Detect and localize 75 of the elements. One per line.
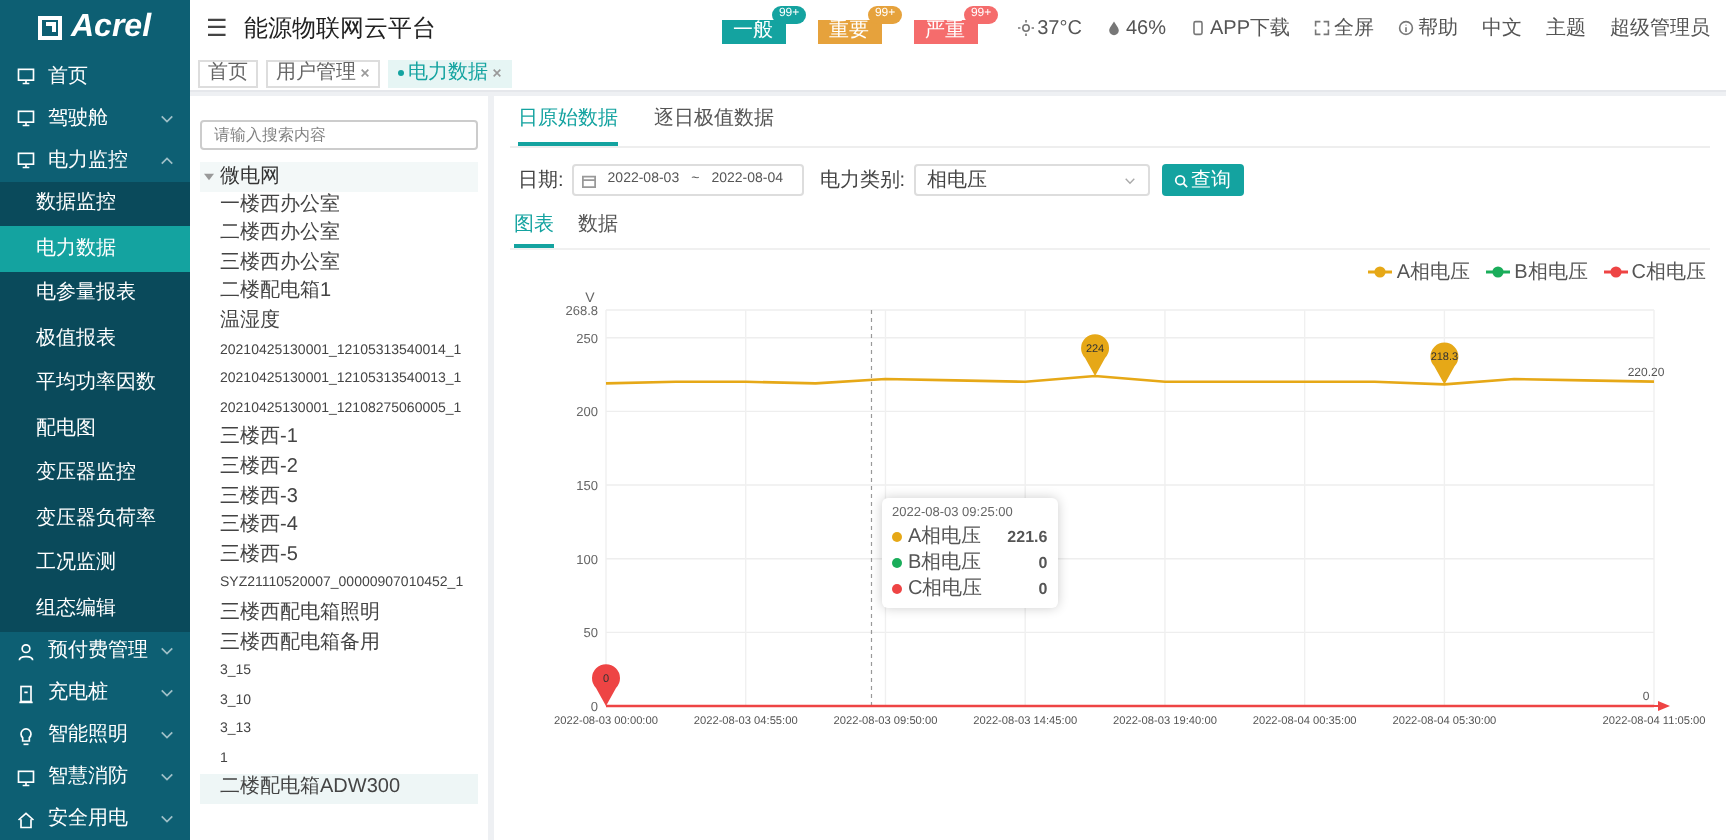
submenu-item[interactable]: 平均功率因数 <box>0 361 190 407</box>
field-label: 电力类别: <box>819 167 906 195</box>
calendar-icon <box>581 173 596 187</box>
sidebar-item[interactable]: 预付费管理 <box>0 631 190 673</box>
menu-icon[interactable]: ☰ <box>206 10 228 46</box>
header-link[interactable]: 中文 <box>1482 13 1522 43</box>
submenu-item[interactable]: 变压器监控 <box>0 451 190 497</box>
tree-node[interactable]: 二楼西办公室 <box>200 220 478 250</box>
sidebar-item[interactable]: 驾驶舱 <box>0 97 190 140</box>
breadcrumb-tab[interactable]: 用户管理 <box>266 59 380 87</box>
sidebar-item[interactable]: 智慧消防 <box>0 756 190 799</box>
sidebar-item[interactable]: 电力监控 <box>0 139 190 182</box>
series-name: A相电压 <box>908 523 982 551</box>
breadcrumb-tab[interactable]: 首页 <box>198 59 258 87</box>
house-icon <box>16 809 36 830</box>
logo-icon <box>38 15 63 40</box>
submenu-item[interactable]: 配电图 <box>0 406 190 452</box>
series-value: 0 <box>1038 551 1048 576</box>
tree-node[interactable]: 三楼西-5 <box>200 541 478 571</box>
series-value: 221.6 <box>1007 525 1048 550</box>
submenu-item[interactable]: 电参量报表 <box>0 271 190 317</box>
header-item[interactable]: 37°C <box>1037 13 1082 43</box>
legend-label: A相电压 <box>1396 259 1471 287</box>
series-name: B相电压 <box>908 549 984 577</box>
tree-node[interactable]: 温湿度 <box>200 307 478 338</box>
header-item[interactable]: APP下载 <box>1209 13 1290 43</box>
series-value: 0 <box>1038 577 1048 602</box>
tree-node[interactable]: 三楼西配电箱照明 <box>200 599 478 629</box>
header-link[interactable]: 主题 <box>1546 13 1586 43</box>
type-select[interactable]: 相电压 <box>913 164 1150 196</box>
tree-node[interactable]: 三楼西-1 <box>200 424 478 454</box>
bulb-icon <box>16 725 36 746</box>
submenu-item[interactable]: 极值报表 <box>0 316 190 362</box>
sidebar-item[interactable]: 安全用电 <box>0 798 190 840</box>
monitor-icon <box>16 767 36 788</box>
series-name: C相电压 <box>908 575 985 605</box>
field-label: 日期: <box>518 167 564 195</box>
tab[interactable]: 逐日极值数据 <box>654 104 774 146</box>
tree-node[interactable]: 三楼西-3 <box>200 483 478 513</box>
submenu-item[interactable]: 组态编辑 <box>0 586 190 632</box>
help-icon <box>1398 20 1414 36</box>
sidebar-item[interactable]: 充电桩 <box>0 672 190 715</box>
page-title: 能源物联网云平台 <box>244 12 436 46</box>
legend-label: C相电压 <box>1631 259 1706 287</box>
person-icon <box>16 641 36 662</box>
tree-node[interactable]: 三楼西-4 <box>200 512 478 542</box>
logo-text: Acrel <box>70 7 152 48</box>
tree-node[interactable]: 二楼配电箱1 <box>200 278 478 308</box>
header-item[interactable]: 46% <box>1125 13 1166 43</box>
axis-arrow-icon <box>1658 701 1670 711</box>
tree-node[interactable]: 三楼西办公室 <box>200 249 478 279</box>
phone-icon <box>1189 20 1206 36</box>
monitor-icon <box>16 150 36 171</box>
legend-label: B相电压 <box>1514 259 1588 287</box>
submenu-item[interactable]: 数据监控 <box>0 181 190 227</box>
search-icon <box>1173 173 1188 187</box>
tab[interactable]: 数据 <box>578 210 618 248</box>
tree-node[interactable]: 二楼配电箱ADW300 <box>200 774 478 805</box>
sun-icon <box>1017 20 1034 36</box>
tree-node[interactable]: 三楼西-2 <box>200 453 478 484</box>
chevron-icon <box>1123 175 1136 185</box>
monitor-icon <box>16 108 36 129</box>
submenu-item[interactable]: 工况监测 <box>0 541 190 587</box>
header-link[interactable]: 超级管理员 <box>1610 13 1710 43</box>
expand-icon <box>1314 20 1330 36</box>
sidebar-item[interactable]: 智能照明 <box>0 714 190 757</box>
tree-node[interactable]: 三楼西配电箱备用 <box>200 629 478 659</box>
drop-icon <box>1105 20 1122 36</box>
submenu-item[interactable]: 变压器负荷率 <box>0 496 190 542</box>
search-field[interactable]: 请输入搜索内容 <box>200 120 478 150</box>
header-item[interactable]: 全屏 <box>1334 13 1374 43</box>
monitor-icon <box>16 66 36 87</box>
header-item[interactable]: 帮助 <box>1418 13 1458 43</box>
sidebar-item[interactable]: 首页 <box>0 55 190 98</box>
tree-node[interactable]: 一楼西办公室 <box>200 191 478 221</box>
